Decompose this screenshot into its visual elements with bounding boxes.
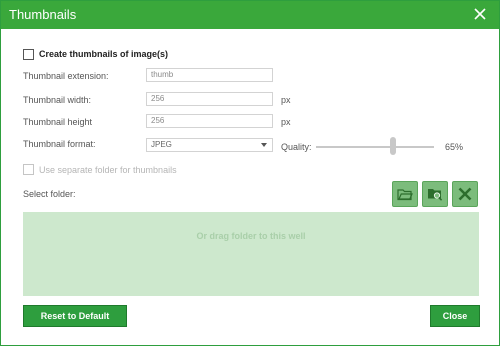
quality-value: 65% (445, 142, 464, 152)
close-icon[interactable] (473, 7, 487, 21)
thumbnail-format-select[interactable]: JPEG (146, 138, 273, 152)
thumbnail-width-input[interactable]: 256 (146, 92, 273, 106)
title-bar: Thumbnails (1, 1, 499, 29)
clear-icon (458, 187, 472, 201)
browse-folder-button[interactable] (392, 181, 418, 207)
thumbnails-dialog: Thumbnails Create thumbnails of image(s)… (0, 0, 500, 346)
thumbnail-height-input[interactable]: 256 (146, 114, 273, 128)
separate-folder-label: Use separate folder for thumbnails (39, 165, 177, 175)
create-thumbnails-checkbox[interactable] (23, 49, 34, 60)
thumbnail-format-value: JPEG (151, 140, 172, 149)
clear-folder-button[interactable] (452, 181, 478, 207)
folder-search-icon (428, 189, 443, 201)
thumbnail-format-label: Thumbnail format: (23, 139, 96, 149)
search-folder-button[interactable] (422, 181, 448, 207)
folder-drop-well[interactable]: Or drag folder to this well (23, 212, 479, 296)
close-button[interactable]: Close (430, 305, 480, 327)
quality-slider-track[interactable] (316, 146, 434, 148)
dialog-title: Thumbnails (9, 7, 77, 22)
chevron-down-icon (261, 143, 267, 147)
thumbnail-height-label: Thumbnail height (23, 117, 93, 127)
select-folder-label: Select folder: (23, 189, 76, 199)
thumbnail-extension-input[interactable]: thumb (146, 68, 273, 82)
separate-folder-checkbox[interactable] (23, 164, 34, 175)
height-unit-label: px (281, 117, 291, 127)
quality-slider-thumb[interactable] (389, 137, 396, 155)
reset-defaults-button[interactable]: Reset to Default Settings (23, 305, 127, 341)
width-unit-label: px (281, 95, 291, 105)
folder-open-icon (397, 189, 413, 201)
drop-well-text: Or drag folder to this well (196, 231, 306, 241)
thumbnail-width-label: Thumbnail width: (23, 95, 92, 105)
thumbnail-extension-label: Thumbnail extension: (23, 71, 109, 81)
quality-label: Quality: (281, 142, 312, 152)
create-thumbnails-label: Create thumbnails of image(s) (39, 49, 169, 59)
